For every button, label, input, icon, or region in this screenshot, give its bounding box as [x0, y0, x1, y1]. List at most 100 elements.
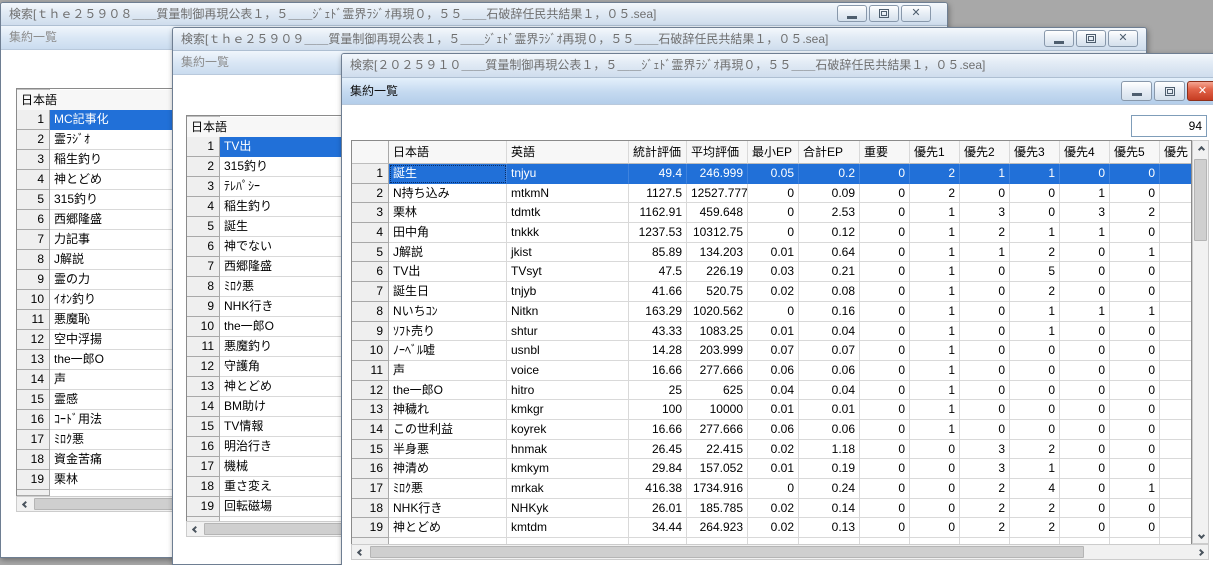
- cell: kmtdm: [507, 518, 629, 538]
- scroll-down-button[interactable]: [1193, 528, 1209, 542]
- cell: 0.01: [748, 459, 799, 479]
- column-header[interactable]: 平均評価: [687, 141, 748, 164]
- table-row[interactable]: 6TV出TVsyt47.5226.190.030.21010500: [352, 262, 1191, 282]
- cell: ﾉｰﾍﾞﾙ嘘: [389, 341, 507, 361]
- column-header[interactable]: 英語: [507, 141, 629, 164]
- cell: 43.33: [629, 322, 687, 342]
- table-row[interactable]: 2N持ち込みmtkmN1127.512527.77700.09020010: [352, 184, 1191, 204]
- cell: 459.648: [687, 203, 748, 223]
- row-number: 15: [17, 390, 50, 410]
- scroll-up-button[interactable]: [1193, 142, 1209, 156]
- cell: 神清め: [389, 459, 507, 479]
- cell: 0: [860, 262, 910, 282]
- cell: 2: [1010, 499, 1060, 519]
- minimize-button[interactable]: [1044, 30, 1074, 47]
- cell: 0.14: [799, 499, 860, 519]
- table-row[interactable]: 7誕生日tnjyb41.66520.750.020.08010200: [352, 282, 1191, 302]
- table-row[interactable]: 14この世利益koyrek16.66277.6660.060.06010000: [352, 420, 1191, 440]
- column-header[interactable]: 優先2: [960, 141, 1010, 164]
- row-number: 3: [187, 177, 220, 197]
- column-header[interactable]: 優先: [1160, 141, 1192, 164]
- column-header[interactable]: 重要: [860, 141, 910, 164]
- scroll-thumb[interactable]: [1194, 159, 1207, 241]
- cell: 10000: [687, 400, 748, 420]
- restore-button[interactable]: [869, 5, 899, 22]
- window2-titlebar[interactable]: 検索[ｔｈｅ２５９０９＿＿質量制御再現公表１，５＿＿ｼﾞｪﾄﾞ霊界ﾗｼﾞｵ再現０…: [173, 28, 1146, 51]
- minimize-button[interactable]: [1121, 81, 1152, 101]
- cell: 1127.5: [629, 184, 687, 204]
- table-row[interactable]: 8NいちｺﾝNitkn163.291020.56200.16010111: [352, 302, 1191, 322]
- column-header[interactable]: 優先3: [1010, 141, 1060, 164]
- cell: 1: [960, 243, 1010, 263]
- row-number: 10: [187, 317, 220, 337]
- table-row[interactable]: 10ﾉｰﾍﾞﾙ嘘usnbl14.28203.9990.070.07010000: [352, 341, 1191, 361]
- cell: shtur: [507, 322, 629, 342]
- scroll-left-button[interactable]: [352, 545, 368, 559]
- cell: [1160, 400, 1192, 420]
- cell: 0: [860, 420, 910, 440]
- table-row[interactable]: 17ﾐﾛｸ悪mrkak416.381734.91600.24002401: [352, 479, 1191, 499]
- count-field[interactable]: 94: [1131, 115, 1207, 137]
- cell: 0: [860, 203, 910, 223]
- table-row[interactable]: 5J解説jkist85.89134.2030.010.64011201: [352, 243, 1191, 263]
- column-header[interactable]: 合計EP: [799, 141, 860, 164]
- close-button[interactable]: ✕: [901, 5, 931, 22]
- cell: [1160, 322, 1192, 342]
- cell: hitro: [507, 381, 629, 401]
- scroll-left-button[interactable]: [17, 497, 33, 511]
- window1-titlebar[interactable]: 検索[ｔｈｅ２５９０８＿＿質量制御再現公表１，５＿＿ｼﾞｪﾄﾞ霊界ﾗｼﾞｵ再現０…: [1, 3, 947, 26]
- table-row[interactable]: 18NHK行きNHKyk26.01185.7850.020.14002200: [352, 499, 1191, 519]
- cell: 29.84: [629, 459, 687, 479]
- cell: kmkym: [507, 459, 629, 479]
- chevron-up-icon: [1197, 145, 1204, 152]
- table-row[interactable]: 19神とどめkmtdm34.44264.9230.020.13002200: [352, 518, 1191, 538]
- row-number: 19: [187, 497, 220, 517]
- restore-button[interactable]: [1154, 81, 1185, 101]
- scroll-right-button[interactable]: [1192, 545, 1208, 559]
- window3-vertical-scrollbar[interactable]: [1192, 140, 1209, 544]
- cell: 3: [960, 440, 1010, 460]
- restore-button[interactable]: [1076, 30, 1106, 47]
- row-number: 11: [187, 337, 220, 357]
- table-row[interactable]: 12the一郎Ohitro256250.040.04010000: [352, 381, 1191, 401]
- window3-titlebar[interactable]: 検索[２０２５９１０＿＿質量制御再現公表１，５＿＿ｼﾞｪﾄﾞ霊界ﾗｼﾞｵ再現０，…: [342, 54, 1213, 78]
- window3-horizontal-scrollbar[interactable]: [351, 544, 1209, 560]
- cell: 16.66: [629, 361, 687, 381]
- scroll-thumb[interactable]: [370, 546, 1084, 558]
- cell: 16.66: [629, 420, 687, 440]
- cell: 85.89: [629, 243, 687, 263]
- minimize-button[interactable]: [837, 5, 867, 22]
- table-row[interactable]: 3栗林tdmtk1162.91459.64802.53013032: [352, 203, 1191, 223]
- column-header[interactable]: 優先5: [1110, 141, 1160, 164]
- cell: 1083.25: [687, 322, 748, 342]
- minimize-icon: [1054, 41, 1064, 44]
- row-number: 12: [187, 357, 220, 377]
- row-number: 10: [352, 341, 389, 361]
- cell: 1: [910, 322, 960, 342]
- cell: 520.75: [687, 282, 748, 302]
- window1-title: 検索[ｔｈｅ２５９０８＿＿質量制御再現公表１，５＿＿ｼﾞｪﾄﾞ霊界ﾗｼﾞｵ再現０…: [9, 7, 656, 21]
- row-number: 9: [352, 322, 389, 342]
- column-header[interactable]: 日本語: [389, 141, 507, 164]
- table-row[interactable]: 1誕生tnjyu49.4246.9990.050.2021100: [352, 164, 1191, 184]
- table-row[interactable]: 9ｿﾌﾄ売りshtur43.331083.250.010.04010100: [352, 322, 1191, 342]
- table-row[interactable]: 13神穢れkmkgr100100000.010.01010000: [352, 400, 1191, 420]
- table-row[interactable]: 16神清めkmkym29.84157.0520.010.19003100: [352, 459, 1191, 479]
- table-row[interactable]: 11声voice16.66277.6660.060.06010000: [352, 361, 1191, 381]
- column-header[interactable]: 優先4: [1060, 141, 1110, 164]
- close-button[interactable]: ✕: [1108, 30, 1138, 47]
- scroll-left-button[interactable]: [187, 522, 203, 536]
- table-row[interactable]: 15半身悪hnmak26.4522.4150.021.18003200: [352, 440, 1191, 460]
- close-button[interactable]: ✕: [1187, 81, 1213, 101]
- cell: 0: [860, 381, 910, 401]
- column-header[interactable]: 最小EP: [748, 141, 799, 164]
- column-header[interactable]: 優先1: [910, 141, 960, 164]
- row-number: 12: [352, 381, 389, 401]
- table-row[interactable]: 4田中角tnkkk1237.5310312.7500.12012110: [352, 223, 1191, 243]
- cell: 2: [960, 518, 1010, 538]
- cell: [1160, 203, 1192, 223]
- cell: 12527.777: [687, 184, 748, 204]
- cell: 226.19: [687, 262, 748, 282]
- column-header[interactable]: 統計評価: [629, 141, 687, 164]
- window3-child-titlebar[interactable]: 集約一覧 ✕: [342, 78, 1213, 105]
